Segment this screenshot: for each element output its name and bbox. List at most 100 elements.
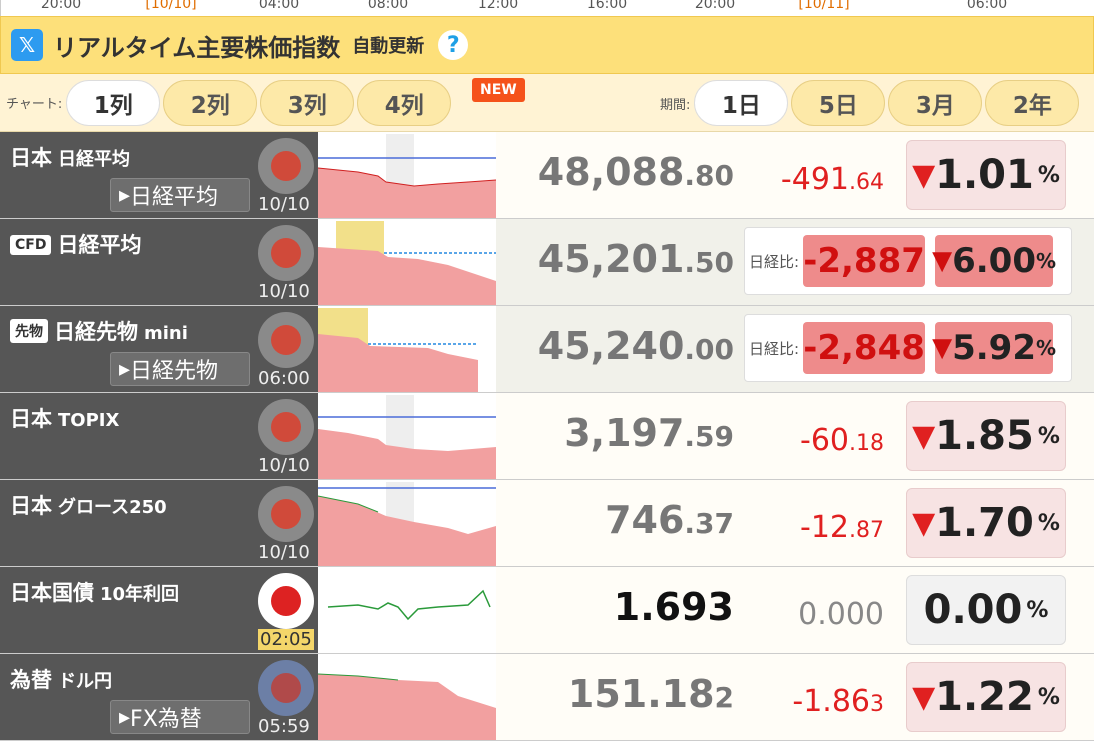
quote-time: 10/10 xyxy=(258,542,310,563)
quote-name: 日本 日経平均 xyxy=(10,146,130,170)
mini-chart[interactable] xyxy=(318,395,496,479)
x-share-icon[interactable]: 𝕏 xyxy=(11,29,43,61)
us-flag-icon xyxy=(258,660,314,716)
columns-4-button[interactable]: 4列 xyxy=(357,79,452,126)
change: 0.000 xyxy=(798,597,884,632)
quote-time: 10/10 xyxy=(258,281,310,302)
axis-label: 20:00 xyxy=(694,0,736,12)
price: 48,088.80 xyxy=(537,150,734,194)
quote-list: 日本 日経平均 ▸ 日経平均 10/10 48,088.80 -491.64 ▼ 1.… xyxy=(0,132,1094,741)
quote-row-growth250[interactable]: 日本 グロース250 10/10 746.37 -12.87 ▼ 1.70% xyxy=(0,480,1094,567)
quote-values: 45,201.50 日経比: -2,887 ▼ 6.00% xyxy=(496,219,1094,305)
axis-label: 06:00 xyxy=(966,0,1008,12)
market-status-icon xyxy=(258,138,314,194)
quote-time: 10/10 xyxy=(258,194,310,215)
period-2y-button[interactable]: 2年 xyxy=(985,80,1080,126)
market-status-icon xyxy=(258,486,314,542)
axis-label: 20:00 xyxy=(40,0,82,12)
detail-link[interactable]: ▸ 日経先物 xyxy=(110,352,250,386)
price: 746.37 xyxy=(605,498,734,542)
axis-label: 16:00 xyxy=(586,0,628,12)
mini-chart[interactable] xyxy=(318,482,496,566)
quote-row-topix[interactable]: 日本 TOPIX 10/10 3,197.59 -60.18 ▼ 1.85% xyxy=(0,393,1094,480)
chart-label: チャート: xyxy=(6,97,63,112)
quote-values: 1.693 0.000 0.00% xyxy=(496,567,1094,653)
compare-change: -2,848 xyxy=(803,322,926,374)
quote-label-panel: 日本 グロース250 10/10 xyxy=(0,480,318,566)
detail-link[interactable]: ▸ FX為替 xyxy=(110,700,250,734)
quote-label-panel: CFD 日経平均 10/10 xyxy=(0,219,318,305)
axis-label: [10/10] xyxy=(145,0,197,12)
price: 1.693 xyxy=(613,585,734,629)
axis-label: 12:00 xyxy=(477,0,519,12)
mini-chart[interactable] xyxy=(318,134,496,218)
change-percent: ▼ 1.70% xyxy=(906,488,1066,558)
price: 3,197.59 xyxy=(564,411,734,455)
market-status-icon xyxy=(258,225,314,281)
quote-name: CFD 日経平均 xyxy=(10,229,141,259)
axis-label: 04:00 xyxy=(258,0,300,12)
mini-chart[interactable] xyxy=(318,656,496,740)
change-percent: ▼ 1.22% xyxy=(906,662,1066,732)
period-5d-button[interactable]: 5日 xyxy=(791,80,886,126)
quote-values: 3,197.59 -60.18 ▼ 1.85% xyxy=(496,393,1094,479)
detail-link[interactable]: ▸ 日経平均 xyxy=(110,178,250,212)
quote-values: 151.182 -1.863 ▼ 1.22% xyxy=(496,654,1094,740)
columns-1-button[interactable]: 1列 xyxy=(66,79,161,126)
nikkei-comparison: 日経比: -2,887 ▼ 6.00% xyxy=(744,227,1072,295)
quote-values: 45,240.00 日経比: -2,848 ▼ 5.92% xyxy=(496,306,1094,392)
quote-label-panel: 日本 TOPIX 10/10 xyxy=(0,393,318,479)
change: -1.863 xyxy=(792,684,884,719)
market-status-icon xyxy=(258,312,314,368)
market-status-icon xyxy=(258,399,314,455)
japan-flag-icon xyxy=(258,573,314,629)
columns-3-button[interactable]: 3列 xyxy=(260,79,355,126)
mini-chart[interactable] xyxy=(318,221,496,305)
quote-values: 48,088.80 -491.64 ▼ 1.01% xyxy=(496,132,1094,218)
period-1d-button[interactable]: 1日 xyxy=(694,80,789,126)
help-icon[interactable]: ? xyxy=(438,30,469,60)
quote-label-panel: 日本国債 10年利回 02:05 xyxy=(0,567,318,653)
quote-name: 先物 日経先物 mini xyxy=(10,316,188,346)
quote-row-nikkei-futures[interactable]: 先物 日経先物 mini ▸ 日経先物 06:00 45,240.00 日経比: -2… xyxy=(0,306,1094,393)
quote-name: 為替 ドル円 xyxy=(10,668,112,692)
columns-2-button[interactable]: 2列 xyxy=(163,79,258,126)
quote-row-usdjpy[interactable]: 為替 ドル円 ▸ FX為替 05:59 151.182 -1.863 ▼ 1.22% xyxy=(0,654,1094,741)
compare-change: -2,887 xyxy=(803,235,926,287)
page-title: リアルタイム主要株価指数 xyxy=(53,33,341,62)
price: 45,201.50 xyxy=(537,237,734,281)
period-3m-button[interactable]: 3月 xyxy=(888,80,983,126)
change-percent: ▼ 1.01% xyxy=(906,140,1066,210)
mini-chart[interactable] xyxy=(318,569,496,653)
quote-time: 06:00 xyxy=(258,368,310,389)
quote-row-nikkei[interactable]: 日本 日経平均 ▸ 日経平均 10/10 48,088.80 -491.64 ▼ 1.… xyxy=(0,132,1094,219)
title-bar: 𝕏 リアルタイム主要株価指数 自動更新 ? xyxy=(0,16,1094,74)
price: 45,240.00 xyxy=(537,324,734,368)
cfd-tag: CFD xyxy=(10,235,52,255)
change: -60.18 xyxy=(800,423,884,458)
quote-time: 10/10 xyxy=(258,455,310,476)
price: 151.182 xyxy=(567,672,734,716)
time-axis: 20:00 [10/10] 04:00 08:00 12:00 16:00 20… xyxy=(0,0,1094,16)
quote-row-jgb-10y[interactable]: 日本国債 10年利回 02:05 1.693 0.000 0.00% xyxy=(0,567,1094,654)
axis-label: 08:00 xyxy=(367,0,409,12)
quote-name: 日本国債 10年利回 xyxy=(10,581,180,605)
axis-label: [10/11] xyxy=(798,0,850,12)
new-badge: NEW xyxy=(472,78,525,102)
change-percent: 0.00% xyxy=(906,575,1066,645)
change: -491.64 xyxy=(780,162,884,197)
change-percent: ▼ 1.85% xyxy=(906,401,1066,471)
control-bar: チャート: 1列 2列 3列 4列 NEW 期間: 1日 5日 3月 2年 xyxy=(0,74,1094,132)
quote-label-panel: 先物 日経先物 mini ▸ 日経先物 06:00 xyxy=(0,306,318,392)
auto-update-label: 自動更新 xyxy=(352,36,425,57)
futures-tag: 先物 xyxy=(10,319,48,343)
quote-values: 746.37 -12.87 ▼ 1.70% xyxy=(496,480,1094,566)
change: -12.87 xyxy=(800,510,884,545)
quote-name: 日本 TOPIX xyxy=(10,407,120,431)
quote-row-nikkei-cfd[interactable]: CFD 日経平均 10/10 45,201.50 日経比: -2,887 ▼ 6.0… xyxy=(0,219,1094,306)
quote-time: 02:05 xyxy=(258,629,314,650)
mini-chart[interactable] xyxy=(318,308,496,392)
period-selector: 期間: 1日 5日 3月 2年 xyxy=(660,80,1082,126)
compare-percent: ▼ 5.92% xyxy=(932,322,1056,374)
period-label: 期間: xyxy=(660,97,691,113)
